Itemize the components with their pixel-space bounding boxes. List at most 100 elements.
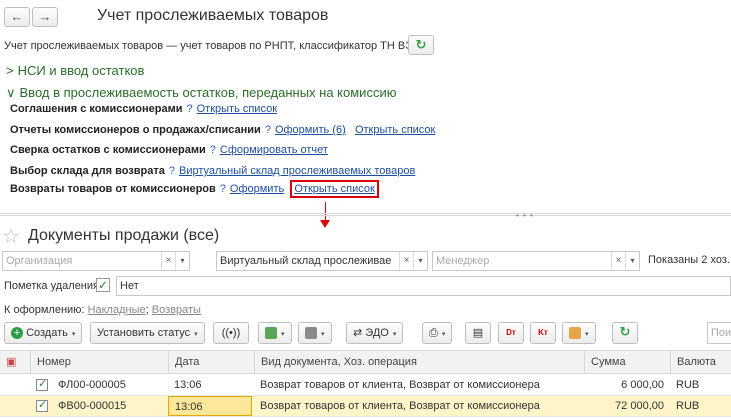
warehouse-filter[interactable]: Виртуальный склад прослеживаемые ▾ ×: [216, 251, 428, 271]
create-button[interactable]: + Создать ▾: [4, 322, 83, 344]
clear-icon[interactable]: ×: [611, 252, 625, 270]
debit-credit-button[interactable]: Dт: [498, 322, 524, 344]
attachments-button[interactable]: ▾: [562, 322, 596, 344]
row-reconcile: Сверка остатков с комиссионерами? Сформир…: [10, 144, 328, 156]
cell-sum: 6 000,00: [621, 379, 664, 391]
open-list-link[interactable]: Открыть список: [197, 103, 277, 115]
arrow-right-icon: →: [38, 9, 52, 24]
cell-number: ФВ00-000015: [58, 400, 127, 412]
header-number[interactable]: Номер: [30, 351, 168, 374]
list-refresh-button[interactable]: ↻: [612, 322, 638, 344]
cell-currency: RUB: [676, 400, 700, 412]
warehouse-value: Виртуальный склад прослеживаемые: [220, 255, 392, 267]
cell-doc-type: Возврат товаров от клиента, Возврат от к…: [260, 379, 540, 391]
manager-placeholder: Менеджер: [436, 255, 490, 267]
table-row-selected[interactable]: ФВ00-000015 13:06 Возврат товаров от кли…: [0, 396, 731, 417]
posted-document-icon: [36, 398, 48, 412]
header-date[interactable]: Дата: [168, 351, 254, 374]
row-label: Соглашения с комиссионерами: [10, 103, 183, 115]
dropdown-icon[interactable]: ▾: [625, 252, 639, 270]
returns-link[interactable]: Возвраты: [152, 304, 201, 316]
help-icon[interactable]: ?: [265, 124, 271, 136]
splitter-grip-icon[interactable]: • • •: [516, 211, 534, 220]
to-process-bar: К оформлению: Накладные; Возвраты: [4, 304, 201, 316]
report-button[interactable]: ▤: [465, 322, 491, 344]
group-nsi[interactable]: > НСИ и ввод остатков: [6, 63, 144, 78]
forward-button[interactable]: →: [32, 7, 58, 27]
posted-document-icon: [36, 377, 48, 391]
process-link[interactable]: Оформить: [230, 183, 284, 195]
annotation-arrow-head: [320, 220, 330, 228]
dt-kt-icon: Dт: [506, 328, 516, 337]
annotation-arrow-line: [325, 202, 326, 222]
back-button[interactable]: ←: [4, 7, 30, 27]
refresh-icon: ↻: [415, 37, 427, 52]
clear-icon[interactable]: ×: [399, 252, 413, 270]
manager-filter[interactable]: Менеджер ▾ ×: [432, 251, 640, 271]
create-based-icon: [265, 327, 277, 340]
invoices-link[interactable]: Накладные: [88, 304, 146, 316]
table-row[interactable]: ФЛ00-000005 13:06 Возврат товаров от кли…: [0, 375, 731, 396]
help-icon[interactable]: ?: [186, 103, 192, 115]
warehouse-link[interactable]: Виртуальный склад прослеживаемых товаров: [179, 165, 415, 177]
cell-number: ФЛ00-000005: [58, 379, 126, 391]
cell-date-focused[interactable]: 13:06: [168, 396, 252, 416]
row-label: Отчеты комиссионеров о продажах/списании: [10, 124, 261, 136]
header-sum[interactable]: Сумма: [584, 351, 670, 374]
page-title: Учет прослеживаемых товаров: [97, 7, 329, 24]
group-commission[interactable]: ∨ Ввод в прослеживаемость остатков, перед…: [6, 85, 396, 101]
cell-doc-type: Возврат товаров от клиента, Возврат от к…: [260, 400, 540, 412]
refresh-button[interactable]: ↻: [408, 35, 434, 55]
printer-icon: ⎙: [429, 327, 438, 339]
to-process-label: К оформлению:: [4, 304, 85, 316]
deletion-mark-label: Пометка удаления:: [4, 280, 103, 292]
signal-icon: ((•)): [221, 327, 241, 339]
arrow-left-icon: ←: [10, 9, 24, 24]
edo-button[interactable]: ⇄ ЭДО ▾: [346, 322, 404, 344]
header-currency[interactable]: Валюта: [670, 351, 731, 374]
set-status-label: Установить статус: [97, 327, 191, 339]
shown-count: Показаны 2 хоз. о: [648, 254, 731, 266]
row-reports: Отчеты комиссионеров о продажах/списании…: [10, 124, 435, 136]
panel-splitter[interactable]: [0, 213, 731, 216]
table-header: ▣ Номер Дата Вид документа, Хоз. операци…: [0, 350, 731, 374]
folder-icon: [569, 327, 581, 340]
create-label: Создать: [26, 327, 68, 339]
organization-filter[interactable]: Организация ▾ ×: [2, 251, 190, 271]
plus-icon: +: [11, 327, 23, 340]
dropdown-icon[interactable]: ▾: [413, 252, 427, 270]
deletion-mark-checkbox[interactable]: ✓: [96, 278, 110, 292]
row-label: Выбор склада для возврата: [10, 165, 165, 177]
print-button[interactable]: ⎙ ▾: [422, 322, 453, 344]
deletion-mark-field[interactable]: Нет: [116, 276, 731, 296]
help-icon[interactable]: ?: [220, 183, 226, 195]
header-doc-type[interactable]: Вид документа, Хоз. операция: [254, 351, 584, 374]
generate-report-link[interactable]: Сформировать отчет: [220, 144, 328, 156]
related-docs-button[interactable]: ▾: [298, 322, 332, 344]
search-input[interactable]: Пои: [707, 322, 731, 344]
clear-icon[interactable]: ×: [161, 252, 175, 270]
open-list-link-highlighted[interactable]: Открыть список: [290, 180, 379, 198]
group-commission-label: Ввод в прослеживаемость остатков, переда…: [19, 85, 397, 100]
row-warehouse: Выбор склада для возврата? Виртуальный ск…: [10, 165, 415, 177]
header-icon-col: ▣: [0, 351, 30, 374]
help-icon[interactable]: ?: [169, 165, 175, 177]
refresh-icon: ↻: [619, 324, 631, 339]
cell-date: 13:06: [174, 379, 202, 391]
create-based-on-button[interactable]: ▾: [258, 322, 292, 344]
document-icon: ▣: [6, 356, 17, 368]
accounting-entries-button[interactable]: Kт: [530, 322, 556, 344]
favorite-star-icon[interactable]: ☆: [2, 224, 20, 249]
help-icon[interactable]: ?: [210, 144, 216, 156]
row-agreements: Соглашения с комиссионерами? Открыть спис…: [10, 103, 277, 115]
open-list-link[interactable]: Открыть список: [355, 124, 435, 136]
process-link[interactable]: Оформить (6): [275, 124, 346, 136]
report-icon: ▤: [472, 327, 484, 339]
group-nsi-label: НСИ и ввод остатков: [17, 63, 145, 78]
edo-signal-button[interactable]: ((•)): [213, 322, 249, 344]
page-description: Учет прослеживаемых товаров — учет товар…: [4, 40, 424, 52]
dropdown-icon[interactable]: ▾: [175, 252, 189, 270]
cell-sum: 72 000,00: [615, 400, 664, 412]
chevron-right-icon: >: [6, 63, 14, 78]
set-status-button[interactable]: Установить статус ▾: [90, 322, 205, 344]
